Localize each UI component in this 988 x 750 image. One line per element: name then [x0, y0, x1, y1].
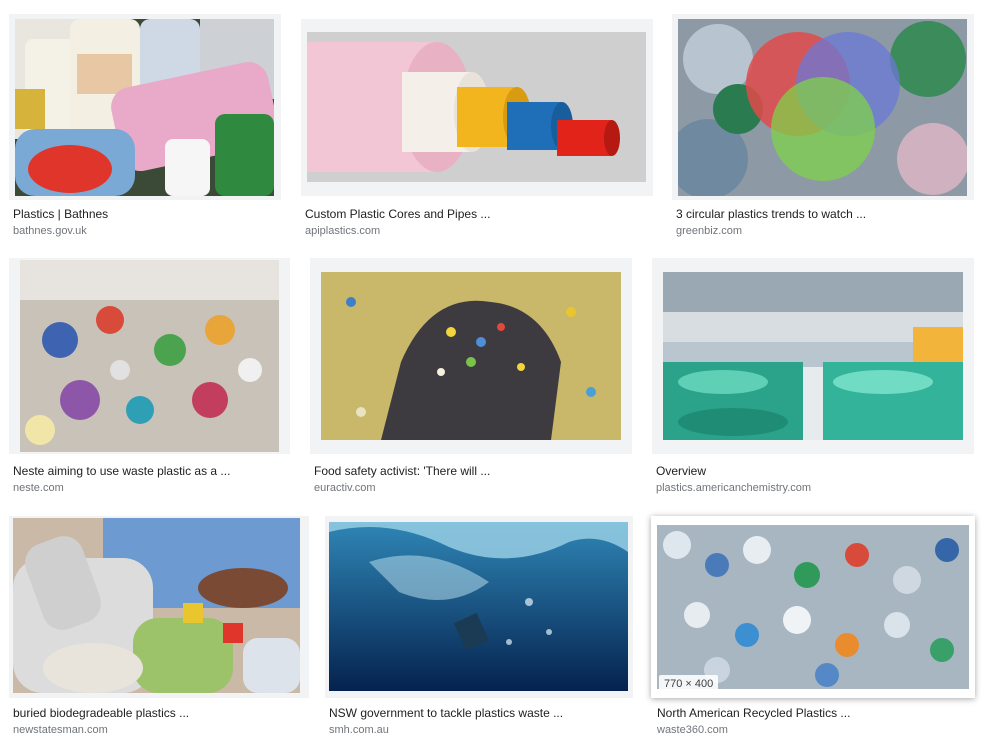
- plastic-flakes-glove-image[interactable]: [321, 272, 621, 440]
- result-title[interactable]: Plastics | Bathnes: [13, 207, 108, 221]
- result-source[interactable]: smh.com.au: [329, 724, 389, 736]
- waste-plastic-bales-image[interactable]: [20, 260, 279, 452]
- result-title[interactable]: North American Recycled Plastics ...: [657, 706, 850, 720]
- result-title[interactable]: Food safety activist: 'There will ...: [314, 464, 490, 478]
- result-source[interactable]: euractiv.com: [314, 482, 376, 494]
- result-tile-8[interactable]: NSW government to tackle plastics waste …: [325, 516, 633, 750]
- result-title[interactable]: Overview: [656, 464, 706, 478]
- image-dimensions-badge: 770 × 400: [659, 675, 719, 693]
- circular-plastics-image[interactable]: [678, 19, 967, 196]
- plastic-containers-conveyor-image[interactable]: [663, 272, 963, 440]
- result-source[interactable]: bathnes.gov.uk: [13, 225, 87, 237]
- result-title[interactable]: NSW government to tackle plastics waste …: [329, 706, 563, 720]
- result-title[interactable]: 3 circular plastics trends to watch ...: [676, 207, 866, 221]
- result-tile-3[interactable]: 3 circular plastics trends to watch ... …: [672, 14, 974, 242]
- result-title[interactable]: Neste aiming to use waste plastic as a .…: [13, 464, 230, 478]
- result-tile-4[interactable]: Neste aiming to use waste plastic as a .…: [9, 258, 290, 499]
- result-tile-6[interactable]: Overview plastics.americanchemistry.com: [652, 258, 974, 499]
- result-tile-5[interactable]: Food safety activist: 'There will ... eu…: [310, 258, 632, 499]
- result-source[interactable]: waste360.com: [657, 724, 728, 736]
- bottle-pile-image[interactable]: [657, 525, 969, 689]
- result-source[interactable]: greenbiz.com: [676, 225, 742, 237]
- result-tile-7[interactable]: buried biodegradeable plastics ... newst…: [9, 516, 309, 750]
- result-title[interactable]: buried biodegradeable plastics ...: [13, 706, 189, 720]
- result-source[interactable]: neste.com: [13, 482, 64, 494]
- result-tile-9[interactable]: 770 × 400 North American Recycled Plasti…: [651, 516, 975, 750]
- sorting-bottles-image[interactable]: [13, 518, 300, 693]
- plastic-bottles-image[interactable]: [15, 19, 274, 196]
- result-source[interactable]: apiplastics.com: [305, 225, 380, 237]
- ocean-plastic-image[interactable]: [329, 522, 628, 691]
- result-source[interactable]: plastics.americanchemistry.com: [656, 482, 811, 494]
- plastic-pipes-image[interactable]: [307, 32, 646, 182]
- result-title[interactable]: Custom Plastic Cores and Pipes ...: [305, 207, 490, 221]
- result-source[interactable]: newstatesman.com: [13, 724, 108, 736]
- result-tile-1[interactable]: Plastics | Bathnes bathnes.gov.uk: [9, 14, 281, 242]
- result-tile-2[interactable]: Custom Plastic Cores and Pipes ... apipl…: [301, 19, 653, 242]
